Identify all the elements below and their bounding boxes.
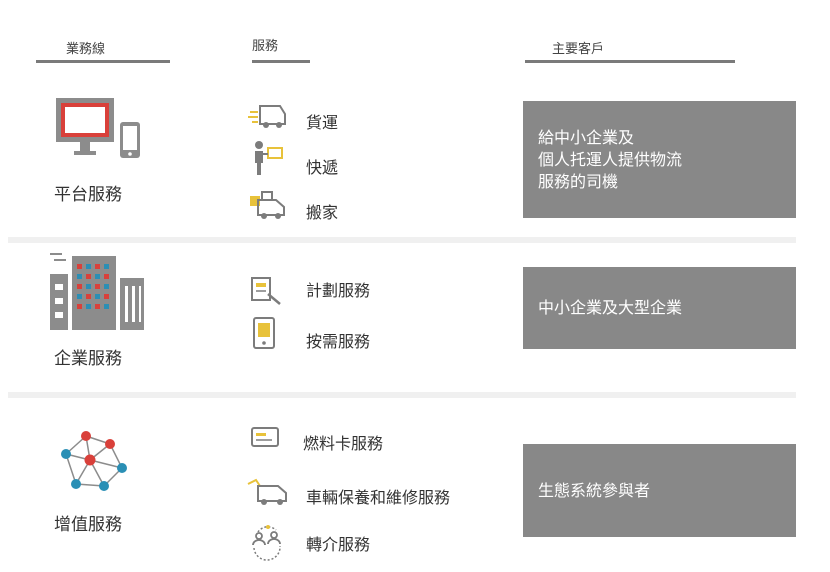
customer-box: 生態系統參與者 xyxy=(523,444,796,537)
header-business-line: 業務線 xyxy=(66,42,106,57)
service-label: 貨運 xyxy=(306,113,339,132)
network-nodes-icon xyxy=(56,428,132,500)
header-underline xyxy=(252,60,310,63)
category-label: 增值服務 xyxy=(54,515,122,535)
service-label: 搬家 xyxy=(306,203,339,222)
header-underline xyxy=(525,60,735,63)
header-underline xyxy=(36,60,170,63)
customer-line: 給中小企業及 xyxy=(538,127,635,147)
service-label: 車輛保養和維修服務 xyxy=(306,488,451,507)
category-label: 企業服務 xyxy=(54,349,122,369)
referral-people-icon xyxy=(250,524,284,561)
header-main-customer: 主要客戶 xyxy=(552,42,605,57)
service-label: 燃料卡服務 xyxy=(303,434,384,453)
category-label: 平台服務 xyxy=(54,185,122,205)
on-demand-phone-icon xyxy=(252,316,276,350)
moving-truck-icon xyxy=(248,190,288,220)
plan-document-icon xyxy=(250,276,282,306)
computer-mobile-icon xyxy=(54,96,144,164)
customer-line: 中小企業及大型企業 xyxy=(538,298,683,317)
office-buildings-icon xyxy=(48,248,146,332)
courier-icon xyxy=(250,140,290,176)
customer-line: 服務的司機 xyxy=(538,171,619,191)
customer-box: 中小企業及大型企業 xyxy=(523,267,796,349)
header-service: 服務 xyxy=(252,39,279,54)
customer-box: 給中小企業及 個人托運人提供物流 服務的司機 xyxy=(523,101,796,218)
row-separator xyxy=(8,392,796,398)
delivery-van-icon xyxy=(248,102,288,130)
service-label: 快遞 xyxy=(306,158,339,177)
customer-line: 生態系統參與者 xyxy=(538,480,651,500)
fuel-card-icon xyxy=(250,426,280,448)
service-label: 計劃服務 xyxy=(306,281,371,300)
customer-line: 個人托運人提供物流 xyxy=(538,149,683,169)
vehicle-maintenance-icon xyxy=(246,476,290,506)
service-label: 轉介服務 xyxy=(306,535,371,554)
row-separator xyxy=(8,237,796,243)
service-label: 按需服務 xyxy=(306,332,371,351)
